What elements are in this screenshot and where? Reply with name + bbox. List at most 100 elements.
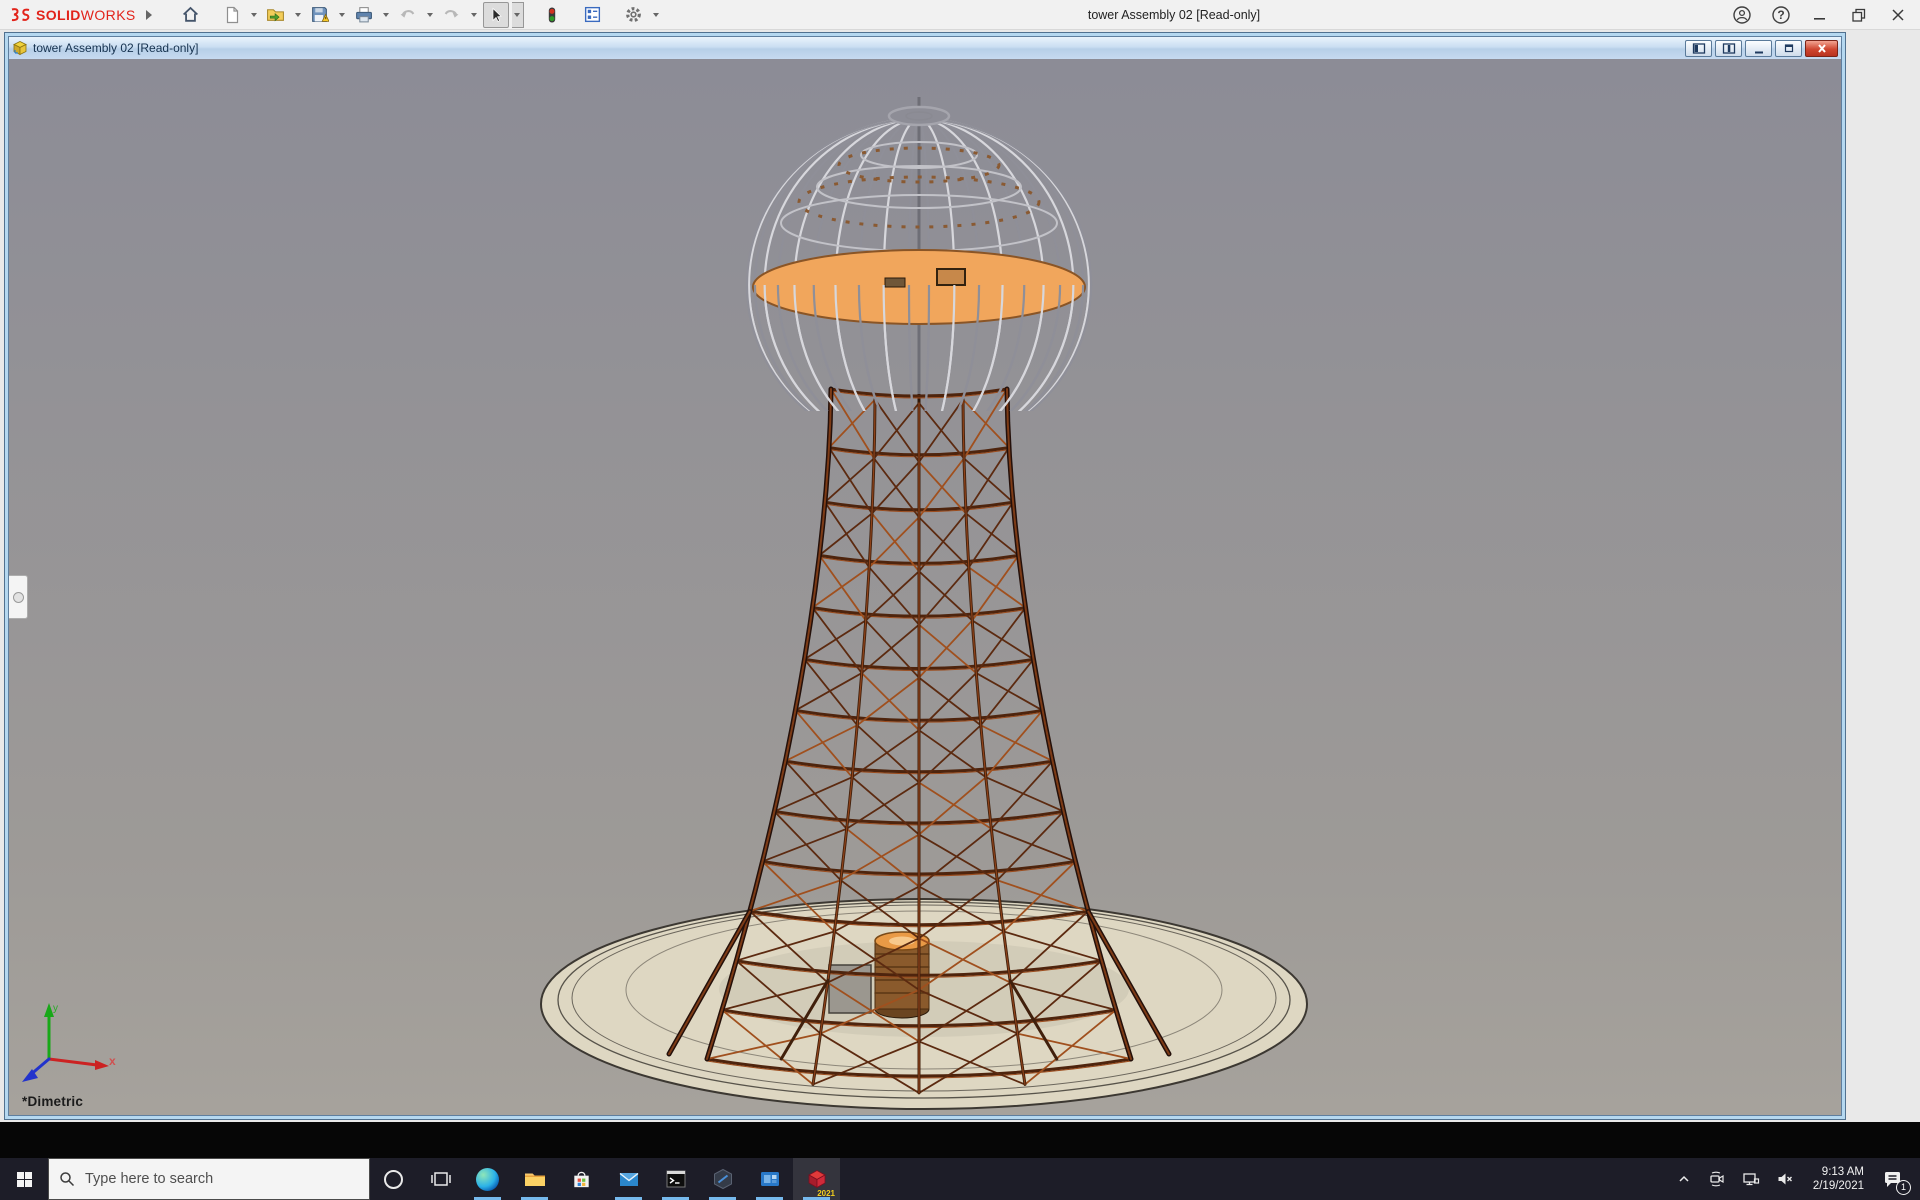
- print-button[interactable]: [351, 2, 377, 28]
- command-prompt-icon: [664, 1167, 688, 1191]
- open-button[interactable]: [263, 2, 289, 28]
- doc-close-icon: [1815, 42, 1829, 55]
- restore-button[interactable]: [1849, 5, 1869, 25]
- brand-prefix: SOLID: [36, 7, 81, 23]
- document-window-controls: [1685, 40, 1838, 57]
- help-glyph: ?: [1771, 5, 1791, 25]
- taskbar-item-edge[interactable]: [464, 1158, 511, 1200]
- doc-tile-left-button[interactable]: [1685, 40, 1712, 57]
- desktop-background: [0, 1122, 1920, 1158]
- brand-suffix: WORKS: [81, 7, 136, 23]
- redo-dropdown[interactable]: [468, 2, 480, 28]
- redo-icon: [442, 5, 461, 24]
- rebuild-traffic-light-button[interactable]: [539, 2, 565, 28]
- mail-icon: [617, 1167, 641, 1191]
- tray-chevron-button[interactable]: [1670, 1158, 1698, 1200]
- triad-y-label: y: [53, 1003, 58, 1014]
- home-icon: [181, 5, 200, 24]
- taskbar-item-mail[interactable]: [605, 1158, 652, 1200]
- chevron-up-icon: [1676, 1171, 1692, 1187]
- restore-icon: [1851, 7, 1867, 23]
- clock-time: 9:13 AM: [1813, 1165, 1864, 1179]
- logo-flyout-arrow[interactable]: [146, 10, 152, 20]
- taskbar-item-solidworks[interactable]: 2021: [793, 1158, 840, 1200]
- document-titlebar[interactable]: tower Assembly 02 [Read-only]: [9, 37, 1841, 59]
- tray-network-button[interactable]: [1736, 1158, 1766, 1200]
- action-center-button[interactable]: 1: [1876, 1158, 1910, 1200]
- taskbar-search[interactable]: [48, 1158, 370, 1200]
- open-icon: [266, 5, 285, 24]
- doc-close-button[interactable]: [1805, 40, 1838, 57]
- help-button[interactable]: ?: [1771, 5, 1791, 25]
- options-button[interactable]: [621, 2, 647, 28]
- home-button[interactable]: [178, 2, 204, 28]
- undo-dropdown[interactable]: [424, 2, 436, 28]
- windows-logo-icon: [16, 1171, 33, 1188]
- close-icon: [1890, 7, 1906, 23]
- document-title: tower Assembly 02 [Read-only]: [33, 41, 198, 55]
- blue-window-app-icon: [758, 1167, 782, 1191]
- doc-tile-center-button[interactable]: [1715, 40, 1742, 57]
- app-titlebar: SOLIDWORKS: [0, 0, 1920, 30]
- save-button[interactable]: [307, 2, 333, 28]
- save-dropdown[interactable]: [336, 2, 348, 28]
- undo-icon: [398, 5, 417, 24]
- undo-button[interactable]: [395, 2, 421, 28]
- traffic-light-icon: [543, 6, 561, 24]
- doc-minimize-button[interactable]: [1745, 40, 1772, 57]
- screen: SOLIDWORKS: [0, 0, 1920, 1200]
- volume-muted-icon: [1776, 1170, 1795, 1188]
- taskbar-clock[interactable]: 9:13 AM 2/19/2021: [1805, 1165, 1872, 1193]
- taskbar-item-file-explorer[interactable]: [511, 1158, 558, 1200]
- mdi-client-area: tower Assembly 02 [Read-only]: [0, 30, 1920, 1122]
- main-toolbar: [178, 2, 662, 28]
- user-icon: [1732, 5, 1752, 25]
- feature-tree-flyout-tab[interactable]: [9, 575, 28, 619]
- clock-date: 2/19/2021: [1813, 1179, 1864, 1193]
- open-dropdown[interactable]: [292, 2, 304, 28]
- assembly-doc-icon: [12, 40, 28, 56]
- taskbar-item-store[interactable]: [558, 1158, 605, 1200]
- new-document-dropdown[interactable]: [248, 2, 260, 28]
- triad-x-label: x: [109, 1054, 116, 1068]
- graphics-viewport: x y *Dimetric: [9, 59, 1841, 1115]
- search-icon: [59, 1171, 75, 1187]
- tray-volume-button[interactable]: [1770, 1158, 1801, 1200]
- minimize-button[interactable]: [1810, 5, 1830, 25]
- network-icon: [1742, 1170, 1760, 1188]
- solidworks-logo: SOLIDWORKS: [8, 6, 152, 24]
- gear-icon: [624, 5, 643, 24]
- doc-restore-button[interactable]: [1775, 40, 1802, 57]
- print-dropdown[interactable]: [380, 2, 392, 28]
- taskbar-item-cortana[interactable]: [370, 1158, 417, 1200]
- task-view-icon: [430, 1168, 452, 1190]
- redo-button[interactable]: [439, 2, 465, 28]
- new-document-icon: [223, 6, 241, 24]
- select-tool-button[interactable]: [483, 2, 509, 28]
- account-button[interactable]: [1732, 5, 1752, 25]
- store-icon: [570, 1168, 593, 1191]
- taskbar-item-blue-window-app[interactable]: [746, 1158, 793, 1200]
- options-dropdown[interactable]: [650, 2, 662, 28]
- tile-center-icon: [1722, 42, 1736, 55]
- taskbar-item-command-prompt[interactable]: [652, 1158, 699, 1200]
- taskbar-item-hexagon-app[interactable]: [699, 1158, 746, 1200]
- properties-icon: [583, 5, 602, 24]
- tray-meet-now-button[interactable]: [1702, 1158, 1732, 1200]
- solidworks-logo-mark: [8, 6, 32, 24]
- system-tray: 9:13 AM 2/19/2021 1: [1670, 1158, 1920, 1200]
- app-window-title: tower Assembly 02 [Read-only]: [1040, 0, 1308, 30]
- close-button[interactable]: [1888, 5, 1908, 25]
- start-button[interactable]: [0, 1158, 48, 1200]
- print-icon: [354, 5, 373, 24]
- new-document-button[interactable]: [219, 2, 245, 28]
- search-input[interactable]: [85, 1171, 335, 1187]
- doc-restore-icon: [1782, 42, 1796, 55]
- select-tool-dropdown[interactable]: [512, 2, 524, 28]
- properties-button[interactable]: [580, 2, 606, 28]
- hexagon-app-icon: [711, 1167, 735, 1191]
- cortana-icon: [384, 1170, 403, 1189]
- tile-left-icon: [1692, 42, 1706, 55]
- model-canvas[interactable]: x y: [9, 59, 1841, 1115]
- taskbar-item-task-view[interactable]: [417, 1158, 464, 1200]
